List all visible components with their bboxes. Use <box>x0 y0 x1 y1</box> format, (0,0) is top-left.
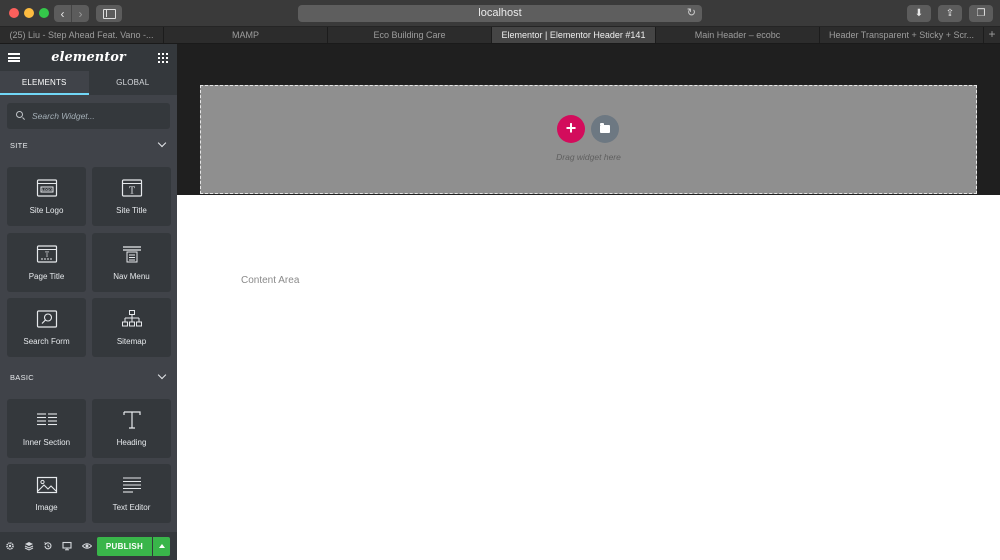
browser-tab[interactable]: Main Header – ecobc <box>656 27 820 43</box>
widget-text-editor[interactable]: Text Editor <box>92 464 171 523</box>
responsive-desktop-icon[interactable] <box>62 541 72 551</box>
minimize-window-button[interactable] <box>24 8 34 18</box>
zoom-window-button[interactable] <box>39 8 49 18</box>
widget-sitemap[interactable]: Sitemap <box>92 298 171 357</box>
address-bar[interactable]: localhost ↻ <box>298 5 702 22</box>
widget-label: Heading <box>116 438 147 447</box>
settings-gear-icon[interactable] <box>5 541 15 551</box>
widget-label: Site Title <box>116 206 147 215</box>
browser-tab-active[interactable]: Elementor | Elementor Header #141 <box>492 27 656 43</box>
chevron-down-icon <box>157 370 167 380</box>
add-template-button[interactable] <box>591 115 619 143</box>
widget-heading[interactable]: Heading <box>92 399 171 458</box>
widget-page-title[interactable]: T Page Title <box>7 233 86 292</box>
widget-label: Site Logo <box>29 206 64 215</box>
tab-elements[interactable]: ELEMENTS <box>0 71 89 95</box>
widget-site-logo[interactable]: LOGO Site Logo <box>7 167 86 226</box>
share-icon[interactable]: ⇪ <box>938 5 962 22</box>
inner-section-icon <box>36 413 57 426</box>
widget-label: Text Editor <box>112 503 151 512</box>
widget-dropzone[interactable] <box>200 85 977 194</box>
browser-titlebar: ‹ › localhost ↻ ⬇ ⇪ ❐ <box>0 0 1000 27</box>
search-form-icon <box>36 310 57 328</box>
preview-eye-icon[interactable] <box>82 541 92 551</box>
category-title: SITE <box>10 141 28 150</box>
widget-search-form[interactable]: Search Form <box>7 298 86 357</box>
folder-icon <box>600 123 610 133</box>
forward-icon[interactable]: › <box>71 5 89 22</box>
back-icon[interactable]: ‹ <box>54 5 71 22</box>
image-icon <box>36 476 57 494</box>
publish-options-chevron-up-icon[interactable] <box>153 537 170 556</box>
svg-text:LOGO: LOGO <box>41 188 51 192</box>
browser-tab[interactable]: Eco Building Care <box>328 27 492 43</box>
widget-label: Inner Section <box>22 438 71 447</box>
panel-footer: PUBLISH <box>0 532 177 560</box>
site-title-icon: T <box>121 179 142 197</box>
site-logo-icon: LOGO <box>36 179 57 197</box>
category-title: BASIC <box>10 373 35 382</box>
downloads-icon[interactable]: ⬇ <box>907 5 931 22</box>
url-text: localhost <box>478 7 522 19</box>
close-window-button[interactable] <box>9 8 19 18</box>
widget-label: Page Title <box>28 272 65 281</box>
browser-tab[interactable]: Header Transparent + Sticky + Scr... <box>820 27 984 43</box>
text-editor-icon <box>122 477 141 493</box>
widget-site-title[interactable]: T Site Title <box>92 167 171 226</box>
search-input[interactable] <box>7 103 170 129</box>
browser-tab-bar: (25) Liu - Step Ahead Feat. Vano -... MA… <box>0 27 1000 44</box>
page-title-icon: T <box>36 245 57 263</box>
category-header-site[interactable]: SITE <box>0 136 177 156</box>
content-area-label: Content Area <box>241 275 300 286</box>
nav-menu-icon <box>122 246 141 263</box>
publish-button[interactable]: PUBLISH <box>97 537 152 556</box>
svg-text:T: T <box>128 187 134 197</box>
heading-icon <box>122 411 141 429</box>
widgets-grid-icon[interactable] <box>158 53 168 63</box>
widget-label: Nav Menu <box>113 272 150 281</box>
widget-inner-section[interactable]: Inner Section <box>7 399 86 458</box>
new-tab-button[interactable]: + <box>984 27 1000 43</box>
widget-label: Search Form <box>23 337 70 346</box>
panel-header: elementor <box>0 44 177 71</box>
svg-text:T: T <box>44 252 48 259</box>
widget-label: Image <box>35 503 58 512</box>
sidebar-toggle-icon[interactable] <box>96 5 122 22</box>
drag-hint-text: Drag widget here <box>556 152 621 162</box>
tabs-overview-icon[interactable]: ❐ <box>969 5 993 22</box>
add-section-button[interactable]: + <box>557 115 585 143</box>
history-nav: ‹ › <box>54 5 89 22</box>
panel-tabs: ELEMENTS GLOBAL <box>0 71 177 95</box>
content-canvas <box>177 195 1000 560</box>
tab-global[interactable]: GLOBAL <box>89 71 178 95</box>
browser-tab[interactable]: (25) Liu - Step Ahead Feat. Vano -... <box>0 27 164 43</box>
widget-image[interactable]: Image <box>7 464 86 523</box>
navigator-layers-icon[interactable] <box>24 541 34 551</box>
history-icon[interactable] <box>43 541 53 551</box>
category-header-basic[interactable]: BASIC <box>0 368 177 388</box>
elementor-logo: elementor <box>51 50 126 65</box>
sitemap-icon <box>121 310 142 327</box>
widget-search <box>7 103 170 129</box>
widget-nav-menu[interactable]: Nav Menu <box>92 233 171 292</box>
elementor-panel: elementor ELEMENTS GLOBAL SITE LOGO Site… <box>0 44 177 560</box>
browser-tab[interactable]: MAMP <box>164 27 328 43</box>
reload-icon[interactable]: ↻ <box>687 5 696 22</box>
widget-label: Sitemap <box>116 337 147 346</box>
chevron-down-icon <box>157 138 167 148</box>
